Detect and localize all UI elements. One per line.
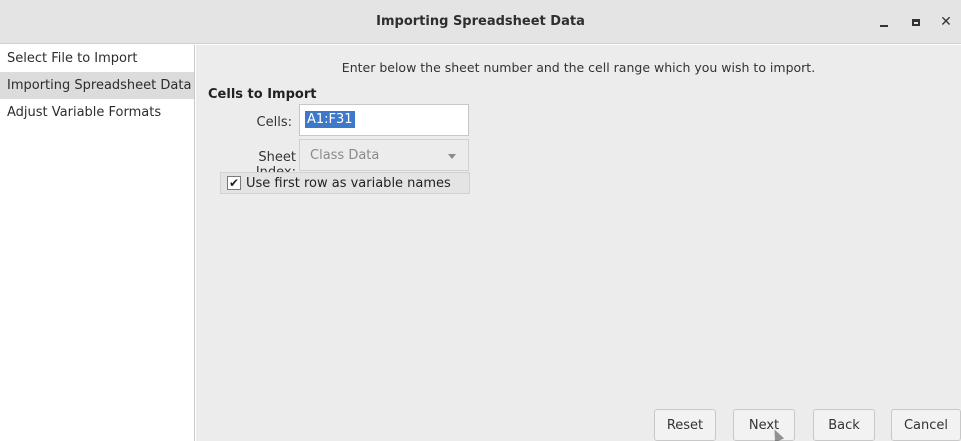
cells-input[interactable]: A1:F31 (299, 104, 469, 136)
cancel-button[interactable]: Cancel (891, 409, 961, 441)
main-panel: Enter below the sheet number and the cel… (196, 45, 961, 441)
instruction-text: Enter below the sheet number and the cel… (341, 60, 816, 75)
back-button[interactable]: Back (813, 409, 875, 441)
chevron-down-icon (448, 154, 456, 159)
window-title: Importing Spreadsheet Data (376, 14, 585, 29)
first-row-label: Use first row as variable names (246, 176, 451, 191)
close-icon[interactable]: ✕ (936, 12, 956, 32)
title-bar: Importing Spreadsheet Data ✕ (0, 0, 961, 44)
first-row-checkbox[interactable]: ✔ (227, 176, 241, 190)
reset-button[interactable]: Reset (654, 409, 716, 441)
first-row-option[interactable]: ✔ Use first row as variable names (220, 172, 470, 194)
sheet-index-dropdown[interactable]: Class Data (299, 139, 469, 171)
minimize-icon[interactable] (874, 12, 894, 32)
sidebar-item-select-file[interactable]: Select File to Import (0, 45, 194, 72)
cells-input-value: A1:F31 (305, 111, 355, 128)
sheet-index-value: Class Data (310, 148, 380, 163)
maximize-icon[interactable] (906, 12, 926, 32)
wizard-steps-sidebar: Select File to Import Importing Spreadsh… (0, 45, 195, 441)
sidebar-item-importing-data[interactable]: Importing Spreadsheet Data (0, 72, 194, 99)
cells-label: Cells: (256, 115, 292, 130)
section-title: Cells to Import (208, 87, 317, 102)
next-button[interactable]: Next (733, 409, 795, 441)
sidebar-item-adjust-formats[interactable]: Adjust Variable Formats (0, 99, 194, 126)
